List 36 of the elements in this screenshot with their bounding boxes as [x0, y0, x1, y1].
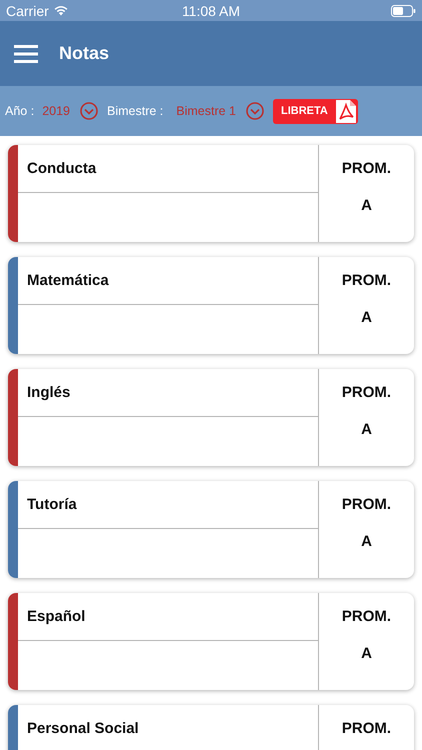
dropdown-chevron-icon[interactable] [246, 102, 264, 120]
average-label: PROM. [342, 496, 392, 513]
average-label: PROM. [342, 384, 392, 401]
course-card[interactable]: Inglés PROM. A [8, 369, 414, 466]
course-name: Conducta [27, 160, 96, 177]
course-name: Matemática [27, 272, 109, 289]
menu-icon [14, 44, 38, 62]
average-label: PROM. [342, 272, 392, 289]
page-title: Notas [59, 43, 110, 64]
course-card[interactable]: Español PROM. A [8, 593, 414, 690]
average-grade: A [361, 645, 372, 662]
average-label: PROM. [342, 720, 392, 737]
term-label: Bimestre : [107, 104, 164, 118]
course-card[interactable]: Matemática PROM. A [8, 257, 414, 354]
average-grade: A [361, 421, 372, 438]
course-card[interactable]: Tutoría PROM. A [8, 481, 414, 578]
dropdown-chevron-icon[interactable] [80, 102, 98, 120]
course-name: Personal Social [27, 720, 139, 737]
average-label: PROM. [342, 608, 392, 625]
menu-button[interactable] [14, 44, 38, 62]
report-card-button[interactable]: LIBRETA [273, 98, 358, 124]
course-card[interactable]: Personal Social PROM. [8, 705, 414, 750]
average-grade: A [361, 533, 372, 550]
average-grade: A [361, 309, 372, 326]
year-label: Año : [5, 104, 34, 118]
average-label: PROM. [342, 160, 392, 177]
course-name: Tutoría [27, 496, 77, 513]
wifi-icon [54, 5, 68, 16]
course-card[interactable]: Conducta PROM. A [8, 145, 414, 242]
clock-time: 11:08 AM [180, 2, 242, 18]
pdf-file-icon [336, 100, 356, 122]
course-name: Español [27, 608, 86, 625]
average-grade: A [361, 197, 372, 214]
course-name: Inglés [27, 384, 70, 401]
carrier-name: Carrier [6, 2, 49, 18]
battery-icon [391, 4, 416, 16]
